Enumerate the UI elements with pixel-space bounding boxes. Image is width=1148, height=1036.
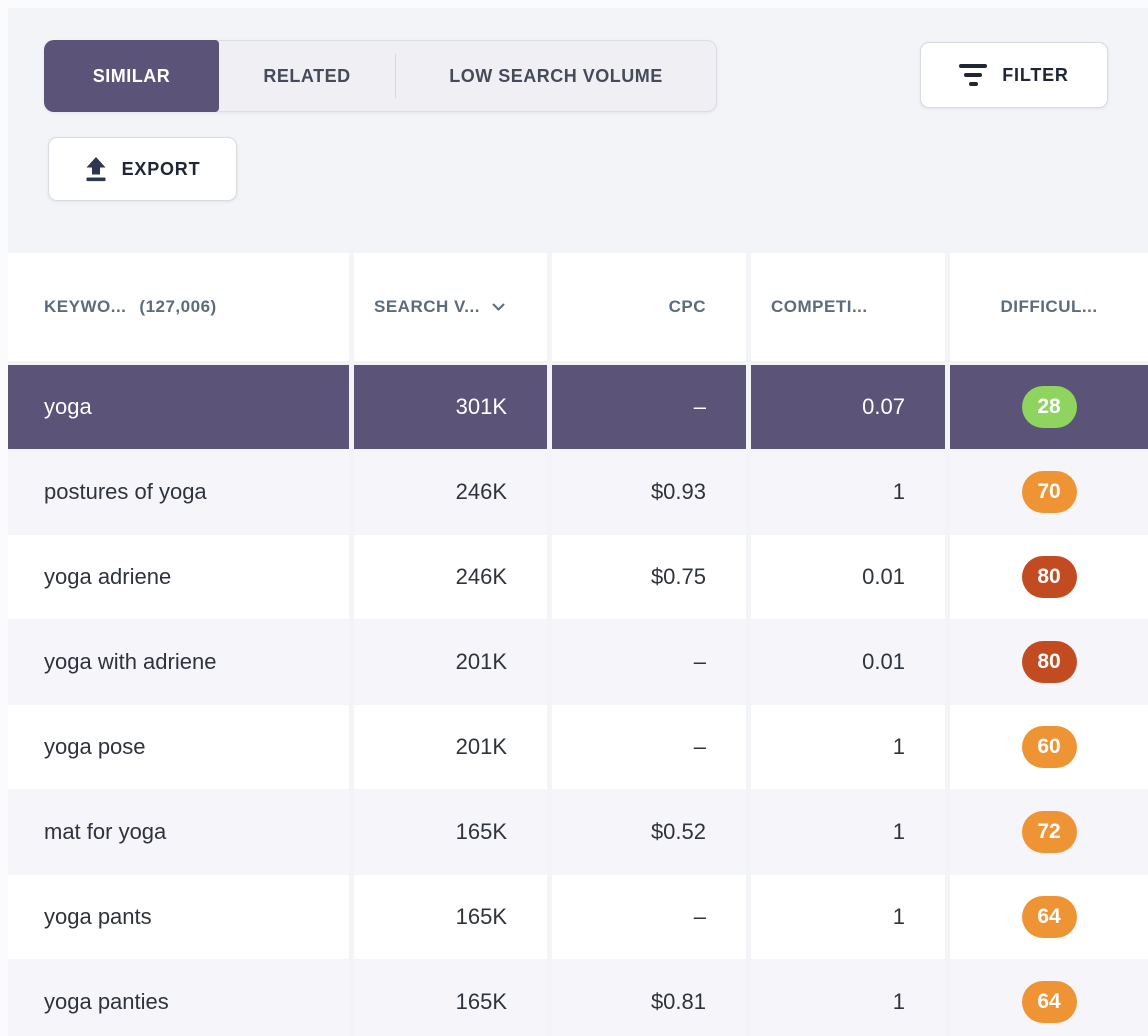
difficulty-cell: 64: [950, 875, 1148, 959]
difficulty-badge: 60: [1022, 726, 1077, 768]
column-header-competition[interactable]: COMPETI...: [751, 253, 945, 361]
difficulty-cell: 80: [950, 620, 1148, 704]
cpc-cell: –: [552, 365, 746, 449]
search-volume-cell: 165K: [354, 960, 547, 1036]
difficulty-cell: 64: [950, 960, 1148, 1036]
table-row[interactable]: yoga with adriene 201K – 0.01 80: [8, 620, 1148, 704]
tab-related[interactable]: RELATED: [219, 41, 395, 111]
table-row[interactable]: yoga pose 201K – 1 60: [8, 705, 1148, 789]
tab-similar[interactable]: SIMILAR: [44, 40, 219, 112]
tab-low-search-volume[interactable]: LOW SEARCH VOLUME: [396, 41, 716, 111]
cpc-cell: –: [552, 705, 746, 789]
search-volume-cell: 246K: [354, 450, 547, 534]
search-volume-cell: 165K: [354, 875, 547, 959]
tab-bar: SIMILAR RELATED LOW SEARCH VOLUME: [44, 40, 717, 112]
table-row[interactable]: yoga pants 165K – 1 64: [8, 875, 1148, 959]
cpc-cell: $0.75: [552, 535, 746, 619]
difficulty-badge: 28: [1022, 386, 1077, 428]
difficulty-cell: 28: [950, 365, 1148, 449]
table-body: yoga 301K – 0.07 28 postures of yoga 246…: [8, 365, 1148, 1036]
difficulty-badge: 72: [1022, 811, 1077, 853]
keywords-table: KEYWO... (127,006) SEARCH V... CPC COMPE…: [8, 253, 1148, 1036]
competition-cell: 1: [751, 705, 945, 789]
column-header-cpc[interactable]: CPC: [552, 253, 746, 361]
competition-cell: 1: [751, 790, 945, 874]
difficulty-badge: 80: [1022, 641, 1077, 683]
keyword-cell: mat for yoga: [8, 790, 349, 874]
search-volume-column-label: SEARCH V...: [374, 297, 480, 317]
difficulty-badge: 80: [1022, 556, 1077, 598]
competition-cell: 0.07: [751, 365, 945, 449]
keyword-cell: yoga panties: [8, 960, 349, 1036]
search-volume-cell: 165K: [354, 790, 547, 874]
table-row[interactable]: yoga panties 165K $0.81 1 64: [8, 960, 1148, 1036]
cpc-cell: –: [552, 875, 746, 959]
difficulty-badge: 64: [1022, 896, 1077, 938]
export-button-label: EXPORT: [122, 159, 201, 180]
difficulty-cell: 70: [950, 450, 1148, 534]
search-volume-cell: 201K: [354, 705, 547, 789]
upload-icon: [85, 157, 107, 182]
keyword-cell: postures of yoga: [8, 450, 349, 534]
keyword-column-label: KEYWO...: [44, 297, 126, 317]
cpc-cell: $0.81: [552, 960, 746, 1036]
difficulty-badge: 70: [1022, 471, 1077, 513]
search-volume-cell: 301K: [354, 365, 547, 449]
content-area: SIMILAR RELATED LOW SEARCH VOLUME FILTER…: [8, 8, 1148, 1036]
cpc-cell: $0.93: [552, 450, 746, 534]
sort-desc-chevron-icon: [491, 302, 506, 312]
keyword-cell: yoga pants: [8, 875, 349, 959]
competition-cell: 1: [751, 960, 945, 1036]
search-volume-cell: 201K: [354, 620, 547, 704]
table-row[interactable]: mat for yoga 165K $0.52 1 72: [8, 790, 1148, 874]
table-row[interactable]: yoga 301K – 0.07 28: [8, 365, 1148, 449]
difficulty-cell: 72: [950, 790, 1148, 874]
keyword-cell: yoga adriene: [8, 535, 349, 619]
keyword-cell: yoga pose: [8, 705, 349, 789]
filter-button[interactable]: FILTER: [920, 42, 1108, 108]
keyword-tool-page: SIMILAR RELATED LOW SEARCH VOLUME FILTER…: [0, 0, 1148, 1036]
keyword-cell: yoga with adriene: [8, 620, 349, 704]
table-row[interactable]: postures of yoga 246K $0.93 1 70: [8, 450, 1148, 534]
table-header-row: KEYWO... (127,006) SEARCH V... CPC COMPE…: [8, 253, 1148, 361]
table-row[interactable]: yoga adriene 246K $0.75 0.01 80: [8, 535, 1148, 619]
difficulty-cell: 60: [950, 705, 1148, 789]
competition-cell: 1: [751, 450, 945, 534]
column-header-difficulty[interactable]: DIFFICUL...: [950, 253, 1148, 361]
column-header-search-volume[interactable]: SEARCH V...: [354, 253, 547, 361]
search-volume-cell: 246K: [354, 535, 547, 619]
difficulty-cell: 80: [950, 535, 1148, 619]
filter-button-label: FILTER: [1002, 65, 1068, 86]
difficulty-badge: 64: [1022, 981, 1077, 1023]
keyword-cell: yoga: [8, 365, 349, 449]
keyword-count: (127,006): [139, 297, 216, 317]
column-header-keyword[interactable]: KEYWO... (127,006): [8, 253, 349, 361]
filter-icon: [959, 64, 987, 86]
export-button[interactable]: EXPORT: [48, 137, 237, 201]
cpc-cell: –: [552, 620, 746, 704]
competition-cell: 0.01: [751, 620, 945, 704]
competition-cell: 1: [751, 875, 945, 959]
competition-cell: 0.01: [751, 535, 945, 619]
cpc-cell: $0.52: [552, 790, 746, 874]
